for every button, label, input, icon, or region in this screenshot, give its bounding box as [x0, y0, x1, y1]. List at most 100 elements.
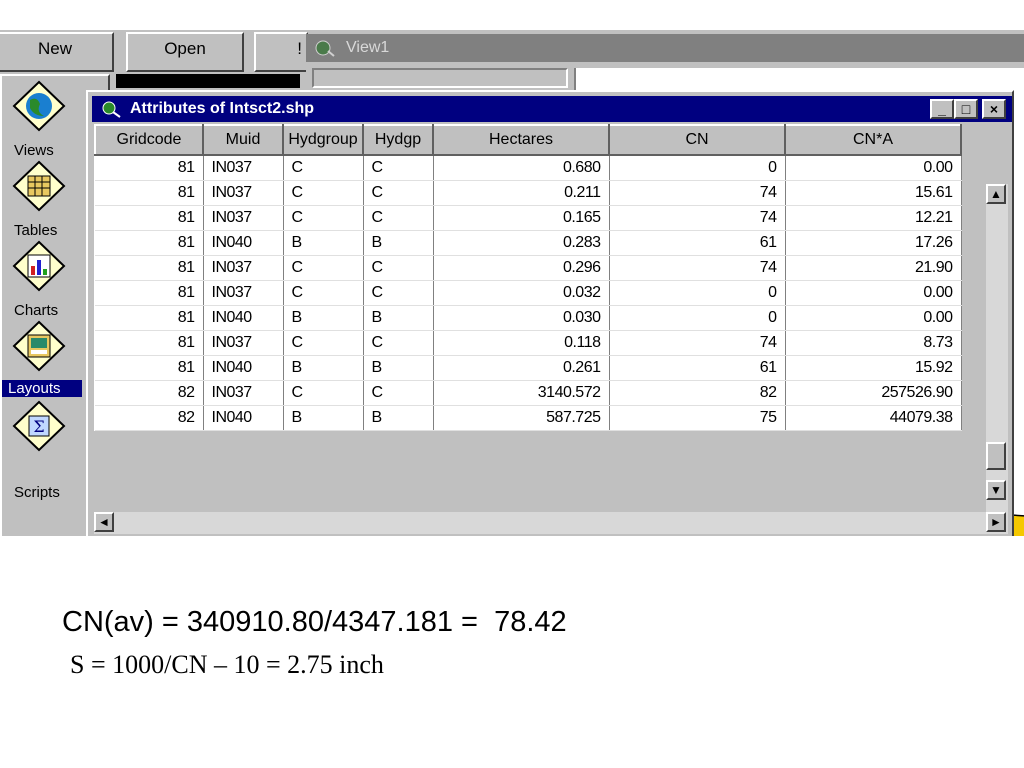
cell-hectares: 587.725	[433, 405, 610, 431]
cell-hectares: 0.032	[433, 280, 610, 306]
cell-hydgp: C	[363, 205, 434, 231]
print-button[interactable]: !	[254, 32, 308, 72]
attributes-window: Attributes of Intsct2.shp _ □ × Gridcode…	[86, 90, 1014, 536]
cell-cn: 74	[609, 255, 786, 281]
view-window-titlebar[interactable]: View1	[306, 34, 1024, 62]
table-row[interactable]: 81 IN037 C C 0.165 74 12.21	[95, 205, 962, 231]
column-header-gridcode[interactable]: Gridcode	[94, 124, 204, 156]
cell-cn-a: 0.00	[785, 155, 962, 181]
table-row[interactable]: 82 IN040 B B 587.725 75 44079.38	[95, 405, 962, 431]
cell-hectares: 0.211	[433, 180, 610, 206]
project-item-charts[interactable]: Charts	[0, 302, 90, 319]
maximize-button[interactable]: □	[954, 99, 978, 119]
vertical-scroll-thumb[interactable]	[986, 442, 1006, 470]
table-row[interactable]: 81 IN040 B B 0.030 0 0.00	[95, 305, 962, 331]
cell-gridcode: 82	[95, 380, 204, 406]
column-header-hydgp[interactable]: Hydgp	[362, 124, 434, 156]
cell-hectares: 0.680	[433, 155, 610, 181]
cell-muid: IN037	[203, 280, 284, 306]
column-header-cn-a[interactable]: CN*A	[784, 124, 962, 156]
cell-muid: IN037	[203, 205, 284, 231]
charts-bar-icon[interactable]	[10, 240, 68, 292]
svg-text:Σ: Σ	[33, 417, 44, 436]
column-header-cn[interactable]: CN	[608, 124, 786, 156]
cell-cn: 0	[609, 305, 786, 331]
project-item-layouts[interactable]: Layouts	[2, 380, 82, 397]
cell-hydgp: C	[363, 380, 434, 406]
cell-cn: 75	[609, 405, 786, 431]
view-window-icon	[314, 39, 336, 57]
open-button[interactable]: Open	[126, 32, 244, 72]
attributes-window-titlebar[interactable]: Attributes of Intsct2.shp _ □ ×	[92, 96, 1012, 122]
arrow-down-icon: ▼	[990, 483, 1002, 497]
cell-cn: 82	[609, 380, 786, 406]
column-header-muid[interactable]: Muid	[202, 124, 284, 156]
tables-grid-icon[interactable]	[10, 160, 68, 212]
table-row[interactable]: 81 IN037 C C 0.680 0 0.00	[95, 155, 962, 181]
table-header-row: Gridcode Muid Hydgroup Hydgp Hectares CN…	[94, 124, 962, 156]
cell-gridcode: 81	[95, 155, 204, 181]
cell-cn-a: 15.61	[785, 180, 962, 206]
cell-hydgroup: B	[283, 405, 364, 431]
scripts-sigma-icon[interactable]: Σ	[10, 400, 68, 452]
cell-cn-a: 15.92	[785, 355, 962, 381]
table-row[interactable]: 82 IN037 C C 3140.572 82 257526.90	[95, 380, 962, 406]
cell-hydgp: B	[363, 230, 434, 256]
project-window-titlebar-fragment	[116, 74, 300, 88]
cell-hydgp: B	[363, 355, 434, 381]
table-row[interactable]: 81 IN037 C C 0.118 74 8.73	[95, 330, 962, 356]
cell-hectares: 0.261	[433, 355, 610, 381]
arrow-right-icon: ►	[990, 515, 1002, 529]
cell-muid: IN040	[203, 355, 284, 381]
arrow-left-icon: ◄	[98, 515, 110, 529]
cell-hydgroup: C	[283, 180, 364, 206]
cell-muid: IN040	[203, 405, 284, 431]
table-row[interactable]: 81 IN037 C C 0.296 74 21.90	[95, 255, 962, 281]
new-button[interactable]: New	[0, 32, 114, 72]
arrow-up-icon: ▲	[990, 187, 1002, 201]
project-item-views[interactable]: Views	[0, 142, 90, 159]
cell-hydgroup: C	[283, 255, 364, 281]
scroll-down-button[interactable]: ▼	[986, 480, 1006, 500]
cell-cn: 0	[609, 155, 786, 181]
close-button[interactable]: ×	[982, 99, 1006, 119]
vertical-scrollbar[interactable]: ▲ ▼	[986, 184, 1008, 524]
cell-hydgp: C	[363, 155, 434, 181]
cell-gridcode: 81	[95, 330, 204, 356]
table-row[interactable]: 81 IN037 C C 0.211 74 15.61	[95, 180, 962, 206]
cell-cn-a: 0.00	[785, 305, 962, 331]
column-header-hydgroup[interactable]: Hydgroup	[282, 124, 364, 156]
cell-cn: 74	[609, 180, 786, 206]
cell-cn-a: 44079.38	[785, 405, 962, 431]
scroll-right-button[interactable]: ►	[986, 512, 1006, 532]
views-globe-icon[interactable]	[10, 80, 68, 132]
scroll-up-button[interactable]: ▲	[986, 184, 1006, 204]
project-item-scripts[interactable]: Scripts	[0, 484, 90, 501]
view-toc-header	[312, 68, 568, 88]
scroll-left-button[interactable]: ◄	[94, 512, 114, 532]
cell-cn-a: 0.00	[785, 280, 962, 306]
table-row[interactable]: 81 IN037 C C 0.032 0 0.00	[95, 280, 962, 306]
cell-muid: IN037	[203, 180, 284, 206]
table-row[interactable]: 81 IN040 B B 0.261 61 15.92	[95, 355, 962, 381]
minimize-button[interactable]: _	[930, 99, 954, 119]
cell-hectares: 0.030	[433, 305, 610, 331]
table-row[interactable]: 81 IN040 B B 0.283 61 17.26	[95, 230, 962, 256]
cell-hectares: 3140.572	[433, 380, 610, 406]
cell-cn: 61	[609, 230, 786, 256]
cell-gridcode: 81	[95, 255, 204, 281]
cell-hectares: 0.118	[433, 330, 610, 356]
project-item-tables[interactable]: Tables	[0, 222, 90, 239]
cell-hectares: 0.296	[433, 255, 610, 281]
cell-cn: 61	[609, 355, 786, 381]
column-header-hectares[interactable]: Hectares	[432, 124, 610, 156]
cell-muid: IN040	[203, 230, 284, 256]
attributes-window-title: Attributes of Intsct2.shp	[130, 100, 315, 117]
attributes-window-icon	[100, 100, 122, 118]
horizontal-scrollbar[interactable]: ◄ ►	[94, 512, 1008, 534]
cell-cn-a: 17.26	[785, 230, 962, 256]
cell-hectares: 0.165	[433, 205, 610, 231]
cell-hydgp: C	[363, 280, 434, 306]
maximize-icon: □	[961, 101, 971, 117]
layouts-icon[interactable]	[10, 320, 68, 372]
